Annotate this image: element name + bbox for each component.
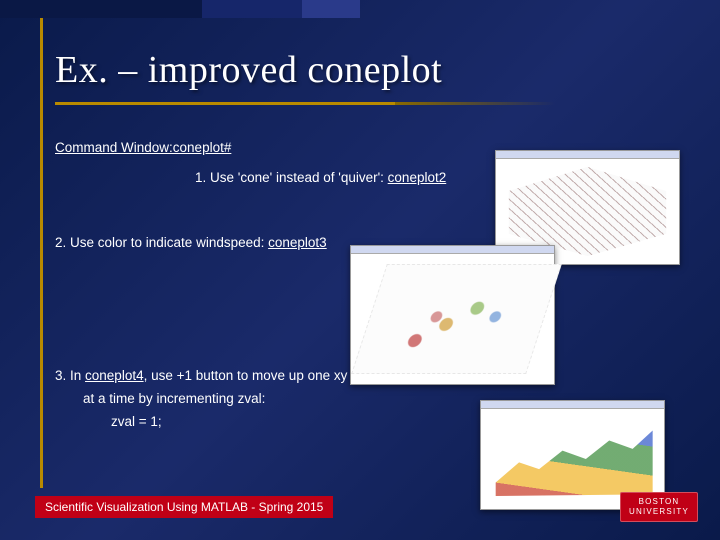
- slide-title: Ex. – improved coneplot: [55, 48, 442, 92]
- step-3-pre: 3. In: [55, 368, 85, 383]
- coneplot2-link[interactable]: coneplot2: [388, 170, 447, 185]
- accent-vertical-rule: [40, 18, 43, 488]
- step-3-line2: at a time by incrementing zval:: [55, 388, 384, 411]
- step-3: 3. In coneplot4, use +1 button to move u…: [55, 365, 384, 434]
- step-3-post: , use +1 button to move up one xy plane: [144, 368, 385, 383]
- step-2: 2. Use color to indicate windspeed: cone…: [55, 235, 327, 250]
- title-underline: [55, 102, 395, 105]
- step-1-text: 1. Use 'cone' instead of 'quiver':: [195, 170, 388, 185]
- step-2-text: 2. Use color to indicate windspeed:: [55, 235, 268, 250]
- footer-caption: Scientific Visualization Using MATLAB - …: [35, 496, 333, 518]
- logo-line1: BOSTON: [639, 497, 680, 507]
- step-1: 1. Use 'cone' instead of 'quiver': conep…: [195, 170, 446, 185]
- boston-university-logo: BOSTON UNIVERSITY: [620, 492, 698, 522]
- step-3-line3: zval = 1;: [55, 411, 384, 434]
- top-gradient-bar: [0, 0, 720, 18]
- coneplot3-link[interactable]: coneplot3: [268, 235, 327, 250]
- slide-title-block: Ex. – improved coneplot: [55, 48, 442, 105]
- figure-thumbnail-coneplot3: [350, 245, 555, 385]
- logo-line2: UNIVERSITY: [629, 507, 689, 517]
- coneplot4-link[interactable]: coneplot4: [85, 368, 144, 383]
